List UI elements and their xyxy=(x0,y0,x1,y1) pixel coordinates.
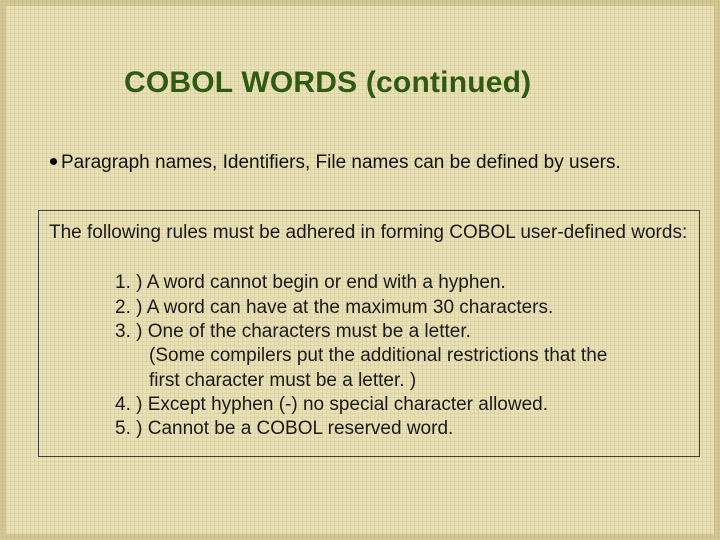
rule-item: 5. ) Cannot be a COBOL reserved word. xyxy=(115,417,689,441)
rule-text: A word cannot begin or end with a hyphen… xyxy=(147,272,506,293)
rule-num: 1. ) xyxy=(115,272,142,293)
rules-intro: The following rules must be adhered in f… xyxy=(49,221,689,245)
rule-subline: first character must be a letter. ) xyxy=(149,369,689,393)
rule-num: 2. ) xyxy=(115,297,142,318)
rule-text: Cannot be a COBOL reserved word. xyxy=(148,418,454,439)
rules-list: 1. ) A word cannot begin or end with a h… xyxy=(115,271,689,441)
bullet-icon xyxy=(50,158,57,165)
rule-num: 5. ) xyxy=(115,418,142,439)
rule-item: 3. ) One of the characters must be a let… xyxy=(115,320,689,344)
rule-num: 4. ) xyxy=(115,394,142,415)
slide: COBOL WORDS (continued) Paragraph names,… xyxy=(0,0,720,540)
rules-box: The following rules must be adhered in f… xyxy=(38,210,700,457)
rule-text: One of the characters must be a letter. xyxy=(148,321,471,342)
slide-title: COBOL WORDS (continued) xyxy=(124,66,531,100)
rule-item: 4. ) Except hyphen (-) no special charac… xyxy=(115,393,689,417)
rule-item: 1. ) A word cannot begin or end with a h… xyxy=(115,271,689,295)
rule-item: 2. ) A word can have at the maximum 30 c… xyxy=(115,296,689,320)
intro-bullet-text: Paragraph names, Identifiers, File names… xyxy=(61,152,621,173)
rule-subline: (Some compilers put the additional restr… xyxy=(149,344,689,368)
rule-text: Except hyphen (-) no special character a… xyxy=(148,394,548,415)
rule-text: A word can have at the maximum 30 charac… xyxy=(147,297,554,318)
intro-bullet: Paragraph names, Identifiers, File names… xyxy=(50,152,674,174)
rule-num: 3. ) xyxy=(115,321,142,342)
